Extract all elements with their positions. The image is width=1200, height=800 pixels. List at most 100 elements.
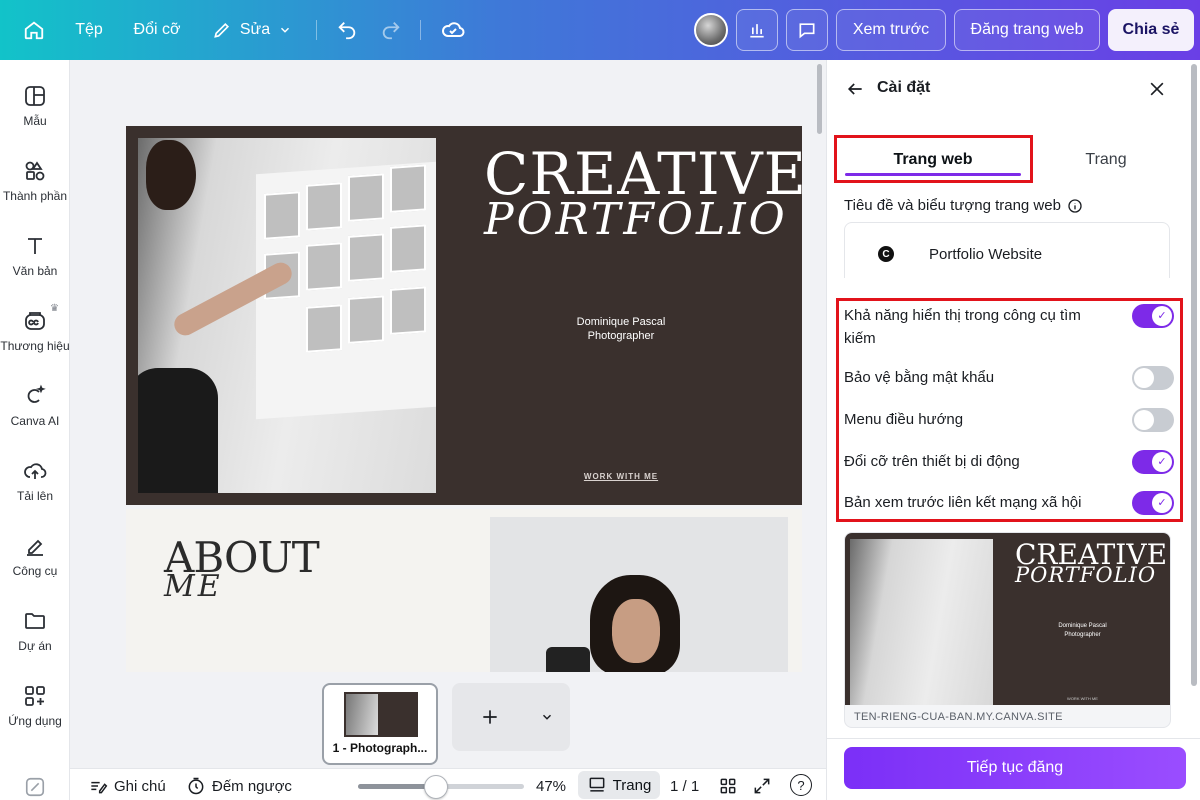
comments-button[interactable] [786, 9, 828, 51]
undo-button[interactable] [332, 10, 362, 50]
mobile-resize-toggle[interactable]: ✓ [1132, 450, 1174, 474]
sidebar-item-canva-ai[interactable]: Canva AI [0, 376, 70, 446]
sidebar-item-brand[interactable]: ♛ Thương hiệu [0, 301, 70, 371]
add-page-button[interactable] [452, 683, 570, 751]
page-thumbnail-label: 1 - Photograph... [332, 741, 428, 755]
sidebar-item-label: Tải lên [16, 489, 54, 503]
sidebar-item-label: Mẫu [23, 114, 47, 128]
avatar[interactable] [694, 13, 728, 47]
text-icon [28, 238, 42, 254]
toggle-label: Bản xem trước liên kết mạng xã hội [844, 494, 1082, 511]
resize-menu[interactable]: Đổi cỡ [126, 10, 188, 50]
sidebar-item-label: Ứng dụng [8, 714, 62, 728]
tools-icon [27, 539, 43, 556]
zoom-slider[interactable] [358, 775, 524, 799]
about-subheading[interactable]: ME [164, 569, 223, 604]
zoom-slider-handle[interactable] [424, 775, 449, 799]
folder-icon [25, 613, 45, 629]
redo-button[interactable] [376, 10, 406, 50]
page-about[interactable]: ABOUT ME [126, 509, 802, 672]
sidebar-item-projects[interactable]: Dự án [0, 601, 70, 671]
cloud-check-icon [442, 22, 465, 37]
share-button[interactable]: Chia sẻ [1108, 9, 1194, 51]
about-photo[interactable] [490, 517, 788, 672]
file-menu[interactable]: Tệp [66, 10, 112, 50]
panel-scrollbar[interactable] [1191, 64, 1197, 686]
password-protection-toggle[interactable] [1132, 366, 1174, 390]
fullscreen-button[interactable] [752, 774, 772, 798]
toggle-row-navigation: Menu điều hướng [844, 408, 1174, 432]
hero-photo[interactable] [138, 138, 436, 493]
camera-shape [546, 647, 590, 672]
preview-subtitle: PORTFOLIO [1015, 563, 1157, 587]
preview-name-line: Dominique Pascal [1058, 623, 1107, 629]
toggle-row-mobile-resize: Đổi cỡ trên thiết bị di động ✓ [844, 450, 1174, 474]
help-button[interactable]: ? [790, 774, 812, 796]
bottom-toolbar: Ghi chú Đếm ngược 47% Trang 1 / 1 ? [70, 768, 826, 800]
sidebar-item-apps[interactable]: Ứng dụng [0, 676, 70, 746]
sidebar-item-tools[interactable]: Công cụ [0, 526, 70, 596]
bar-chart-icon [750, 24, 764, 38]
edit-menu[interactable]: Sửa [204, 10, 300, 50]
sidebar-item-label: Thương hiệu [0, 339, 70, 353]
site-title-label: Tiêu đề và biểu tượng trang web [844, 197, 1061, 214]
sidebar-item-elements[interactable]: Thành phần [0, 151, 70, 221]
design-canvas[interactable]: CREATIVE PORTFOLIO Dominique Pascal Phot… [70, 60, 826, 672]
page-thumbnail[interactable]: 1 - Photograph... [322, 683, 438, 765]
preview-button[interactable]: Xem trước [836, 9, 946, 51]
zoom-percentage[interactable]: 47% [536, 774, 566, 798]
elements-icon [25, 161, 45, 181]
magic-icon[interactable] [24, 776, 46, 800]
upload-icon [24, 463, 47, 479]
panel-footer: Tiếp tục đăng [827, 738, 1200, 800]
site-title-section-label: Tiêu đề và biểu tượng trang web [844, 197, 1083, 214]
home-button[interactable] [14, 10, 54, 50]
check-icon: ✓ [1152, 306, 1172, 326]
preview-role-line: Photographer [1064, 632, 1101, 638]
hero-role-line: Photographer [587, 330, 655, 342]
page-hero[interactable]: CREATIVE PORTFOLIO Dominique Pascal Phot… [126, 126, 806, 505]
work-with-me-link[interactable]: WORK WITH ME [576, 472, 666, 481]
timer-label: Đếm ngược [212, 777, 292, 795]
info-icon[interactable] [1067, 198, 1083, 214]
notes-button[interactable]: Ghi chú [88, 774, 166, 798]
expand-icon [754, 778, 770, 794]
sidebar-item-templates[interactable]: Mẫu [0, 76, 70, 146]
site-title-field[interactable]: C Portfolio Website [844, 222, 1170, 278]
tab-page[interactable]: Trang [1031, 136, 1181, 184]
toggle-label: Menu điều hướng [844, 411, 964, 428]
navigation-menu-toggle[interactable] [1132, 408, 1174, 432]
sidebar-item-label: Văn bản [12, 264, 58, 278]
save-status-button[interactable] [436, 10, 470, 50]
toggle-label: Đổi cỡ trên thiết bị di động [844, 453, 1020, 470]
edit-label: Sửa [239, 21, 271, 38]
favicon-icon[interactable]: C [878, 246, 894, 262]
hero-name[interactable]: Dominique Pascal Photographer [556, 315, 686, 343]
grid-view-button[interactable] [718, 774, 738, 798]
social-preview-toggle[interactable]: ✓ [1132, 491, 1174, 515]
pencil-icon [214, 22, 229, 38]
publish-website-button[interactable]: Đăng trang web [954, 9, 1100, 51]
apps-icon [25, 686, 45, 706]
highlight-box-tab [834, 135, 1033, 183]
social-preview-card[interactable]: CREATIVE PORTFOLIO Dominique Pascal Phot… [844, 532, 1171, 728]
toggle-label: Bảo vệ bằng mật khẩu [844, 369, 995, 386]
search-visibility-toggle[interactable]: ✓ [1132, 304, 1174, 328]
photo-board [256, 161, 436, 420]
sidebar-item-uploads[interactable]: Tải lên [0, 451, 70, 521]
preview-name: Dominique Pascal Photographer [1030, 622, 1135, 640]
timer-button[interactable]: Đếm ngược [186, 774, 292, 798]
pages-view-button[interactable]: Trang [578, 771, 660, 799]
chevron-down-icon[interactable] [540, 710, 554, 724]
canva-ai-icon [27, 384, 46, 403]
canvas-scrollbar[interactable] [817, 64, 822, 134]
page-counter: 1 / 1 [670, 777, 700, 795]
close-icon[interactable] [1147, 79, 1167, 99]
continue-publish-button[interactable]: Tiếp tục đăng [844, 747, 1186, 789]
back-arrow-icon[interactable] [845, 79, 865, 99]
toolbar-divider [420, 20, 421, 40]
hero-subtitle[interactable]: PORTFOLIO [484, 194, 785, 245]
plus-icon [483, 710, 497, 724]
sidebar-item-text[interactable]: Văn bản [0, 226, 70, 296]
insights-button[interactable] [736, 9, 778, 51]
